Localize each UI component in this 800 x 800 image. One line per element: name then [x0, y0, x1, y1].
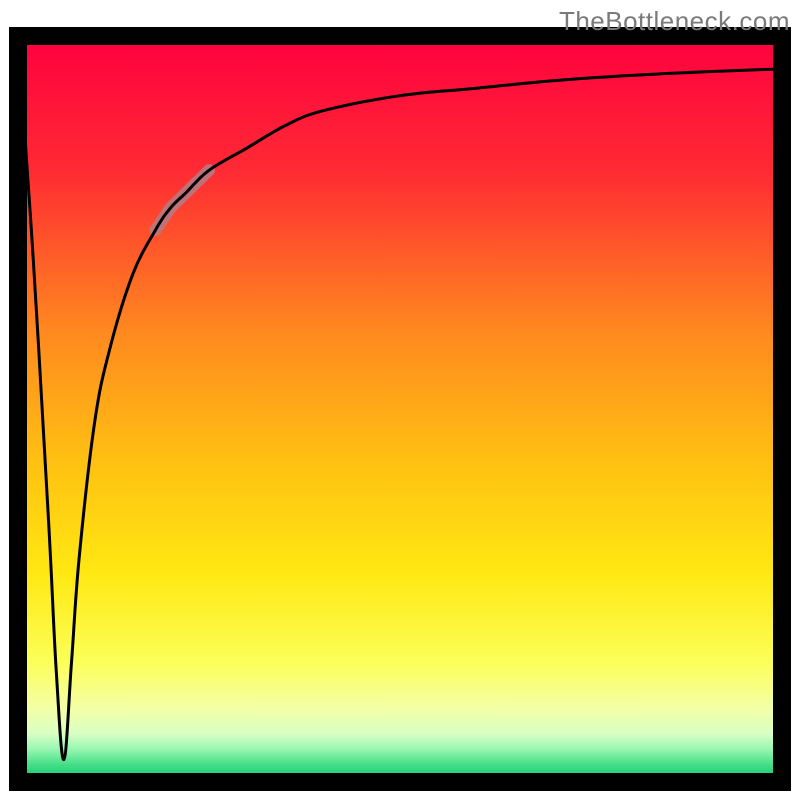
watermark-text: TheBottleneck.com: [559, 6, 790, 37]
gradient-background: [18, 36, 782, 782]
bottleneck-chart: [0, 0, 800, 800]
chart-container: TheBottleneck.com: [0, 0, 800, 800]
